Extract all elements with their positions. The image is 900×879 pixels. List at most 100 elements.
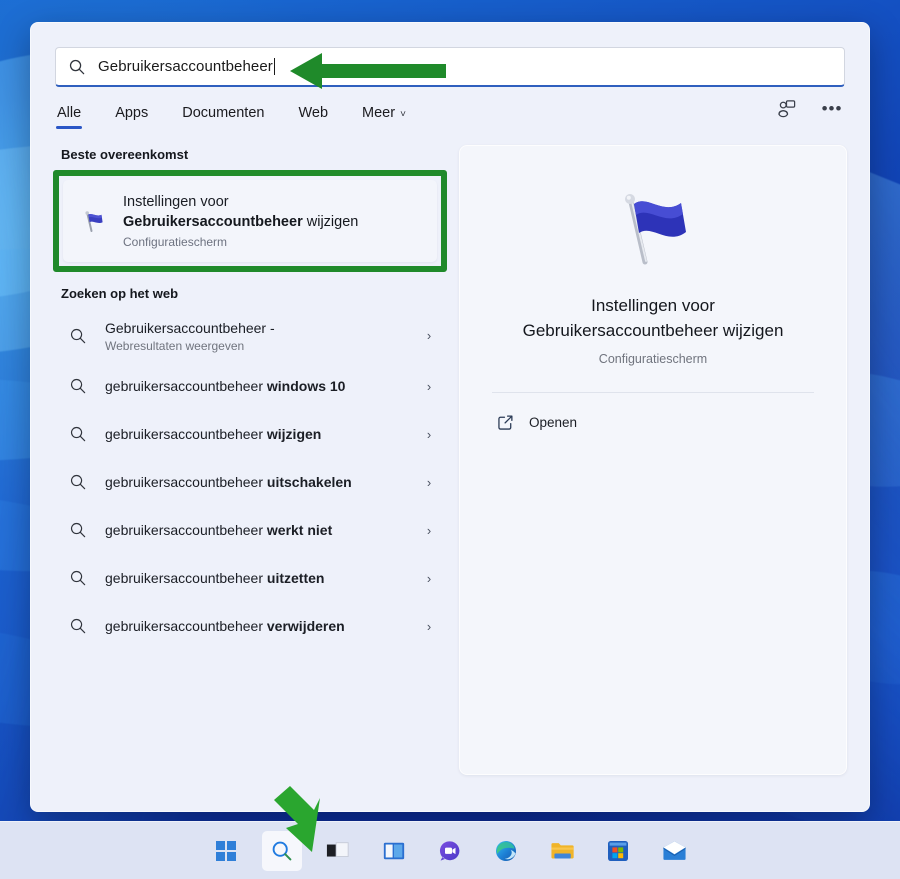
chevron-down-icon: ˅ [400, 109, 406, 120]
list-item-title: gebruikersaccountbeheer windows 10 [105, 376, 413, 396]
best-match-result[interactable]: Instellingen voor Gebruikersaccountbehee… [63, 180, 437, 263]
list-item-title: gebruikersaccountbeheer wijzigen [105, 424, 413, 444]
tab-web[interactable]: Web [296, 99, 330, 131]
best-match-rest: wijzigen [302, 213, 359, 230]
mail-icon [662, 840, 686, 860]
chevron-right-icon: › [426, 474, 432, 490]
search-icon [61, 521, 95, 539]
tab-meer-label: Meer [362, 105, 396, 121]
search-icon [69, 59, 85, 74]
taskbar-file-explorer-button[interactable] [542, 831, 582, 871]
search-icon [61, 377, 95, 395]
filter-tabs: Alle Apps Documenten Web Meer ˅ ••• [31, 87, 869, 131]
list-item-title: gebruikersaccountbeheer uitschakelen [105, 472, 413, 492]
search-flyout-panel: Gebruikersaccountbeheer Alle Apps Docume… [30, 22, 870, 812]
taskbar-chat-button[interactable] [430, 831, 470, 871]
taskbar-start-button[interactable] [206, 831, 246, 871]
list-item-bold: uitzetten [266, 570, 325, 587]
more-options-icon: ••• [821, 98, 843, 118]
list-item-query: gebruikersaccountbeheer [105, 570, 267, 587]
uac-flag-icon [77, 207, 111, 235]
tab-documenten-label: Documenten [182, 105, 265, 121]
tab-apps-label: Apps [115, 105, 149, 121]
list-item[interactable]: gebruikersaccountbeheer windows 10 › [53, 362, 447, 410]
list-item[interactable]: gebruikersaccountbeheer uitzetten › [53, 554, 447, 602]
list-item-bold: windows 10 [266, 378, 346, 395]
list-item-text: Gebruikersaccountbeheer - Webresultaten … [95, 318, 421, 353]
list-item-text: gebruikersaccountbeheer werkt niet [95, 520, 421, 540]
list-item-text: gebruikersaccountbeheer uitschakelen [95, 472, 421, 492]
list-item-bold: werkt niet [266, 522, 333, 539]
web-search-heading: Zoeken op het web [61, 286, 179, 302]
tab-alle[interactable]: Alle [55, 99, 83, 131]
list-item-title: gebruikersaccountbeheer uitzetten [105, 568, 413, 588]
list-item-query: gebruikersaccountbeheer [105, 522, 267, 539]
search-icon [61, 327, 95, 345]
list-item[interactable]: gebruikersaccountbeheer wijzigen › [53, 410, 447, 458]
list-item-title: gebruikersaccountbeheer verwijderen [105, 616, 413, 636]
chevron-right-icon: › [426, 426, 432, 442]
open-external-icon [498, 415, 513, 430]
results-column: Beste overeenkomst Instellingen voor Geb… [53, 145, 453, 801]
header-actions: ••• [771, 93, 847, 123]
panel-body: Beste overeenkomst Instellingen voor Geb… [31, 131, 869, 801]
open-button-label: Openen [529, 415, 578, 431]
chevron-right-icon: › [426, 328, 432, 344]
search-input[interactable]: Gebruikersaccountbeheer [55, 47, 845, 87]
list-item-subtitle: Webresultaten weergeven [105, 339, 245, 354]
uac-flag-icon [490, 180, 816, 276]
tab-meer[interactable]: Meer ˅ [360, 99, 408, 131]
tab-alle-label: Alle [57, 105, 82, 121]
feedback-button[interactable] [771, 93, 801, 123]
list-item-text: gebruikersaccountbeheer uitzetten [95, 568, 421, 588]
list-item-query: gebruikersaccountbeheer [105, 378, 267, 395]
taskbar-store-button[interactable] [598, 831, 638, 871]
widgets-icon [383, 842, 405, 859]
open-button[interactable]: Openen [490, 393, 816, 432]
search-icon [272, 841, 292, 860]
list-item-bold: uitschakelen [266, 474, 352, 491]
best-match-line2: Gebruikersaccountbeheer wijzigen [123, 213, 358, 233]
list-item-bold: wijzigen [266, 426, 322, 443]
best-match-text: Instellingen voor Gebruikersaccountbehee… [111, 193, 358, 249]
taskbar-widgets-button[interactable] [374, 831, 414, 871]
tab-web-label: Web [298, 105, 329, 121]
chevron-right-icon: › [426, 570, 432, 586]
chevron-right-icon: › [426, 378, 432, 394]
list-item-query: Gebruikersaccountbeheer [105, 320, 267, 337]
box-around-best-match: Instellingen voor Gebruikersaccountbehee… [53, 170, 447, 273]
taskbar-task-view-button[interactable] [318, 831, 358, 871]
best-match-bold: Gebruikersaccountbeheer [123, 213, 303, 230]
search-icon [61, 617, 95, 635]
search-icon [61, 473, 95, 491]
list-item[interactable]: gebruikersaccountbeheer werkt niet › [53, 506, 447, 554]
tab-apps[interactable]: Apps [113, 99, 150, 131]
list-item[interactable]: Gebruikersaccountbeheer - Webresultaten … [53, 309, 447, 362]
list-item-text: gebruikersaccountbeheer verwijderen [95, 616, 421, 636]
taskbar [0, 821, 900, 879]
tab-documenten[interactable]: Documenten [180, 99, 266, 131]
taskbar-edge-button[interactable] [486, 831, 526, 871]
list-item[interactable]: gebruikersaccountbeheer uitschakelen › [53, 458, 447, 506]
best-match-subtitle: Configuratiescherm [123, 235, 228, 250]
preview-card: Instellingen voor Gebruikersaccountbehee… [459, 145, 847, 775]
chevron-right-icon: › [426, 522, 432, 538]
microsoft-store-icon [608, 840, 628, 861]
text-caret [273, 58, 275, 75]
chevron-right-icon: › [426, 618, 432, 634]
list-item[interactable]: gebruikersaccountbeheer verwijderen › [53, 602, 447, 650]
preview-column: Instellingen voor Gebruikersaccountbehee… [453, 145, 847, 801]
list-item-title: Gebruikersaccountbeheer - [105, 318, 413, 338]
taskbar-mail-button[interactable] [654, 831, 694, 871]
list-item-query: gebruikersaccountbeheer [105, 618, 267, 635]
chat-icon [439, 840, 460, 861]
list-item-text: gebruikersaccountbeheer windows 10 [95, 376, 421, 396]
taskbar-search-button[interactable] [262, 830, 302, 871]
preview-title: Instellingen voor Gebruikersaccountbehee… [522, 296, 784, 340]
best-match-line1: Instellingen voor [123, 194, 229, 210]
search-icon [61, 425, 95, 443]
preview-subtitle: Configuratiescherm [598, 352, 708, 367]
desktop: Gebruikersaccountbeheer Alle Apps Docume… [0, 0, 900, 879]
more-options-button[interactable]: ••• [817, 93, 847, 123]
best-match-heading: Beste overeenkomst [61, 147, 189, 162]
